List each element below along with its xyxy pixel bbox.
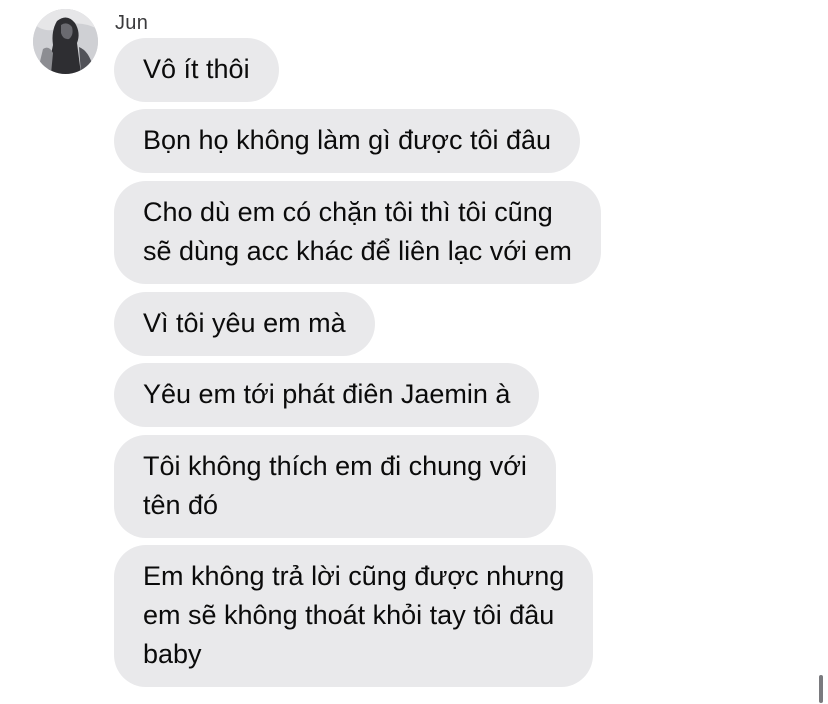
avatar-image [33,9,98,74]
sender-name: Jun [115,12,149,34]
message-bubble[interactable]: Bọn họ không làm gì được tôi đâu [114,109,581,173]
message-text: Em không trả lời cũng được nhưng [143,561,565,591]
message-text: Vì tôi yêu em mà [143,308,346,338]
message-bubble[interactable]: Cho dù em có chặn tôi thì tôi cũng sẽ dù… [114,181,601,284]
message-text: sẽ dùng acc khác để liên lạc với em [143,236,572,266]
chat-thread: Jun Vô ít thôi Bọn họ không làm gì được … [0,0,828,704]
message-text: Cho dù em có chặn tôi thì tôi cũng [143,197,553,227]
scrollbar[interactable] [819,675,823,703]
message-text: Tôi không thích em đi chung với [143,451,527,481]
message-text: Vô ít thôi [143,54,250,84]
message-bubble[interactable]: Em không trả lời cũng được nhưng em sẽ k… [114,545,594,687]
message-text: Yêu em tới phát điên Jaemin à [143,379,511,409]
message-text: baby [143,639,202,669]
message-bubble[interactable]: Vì tôi yêu em mà [114,292,375,356]
message-bubble[interactable]: Tôi không thích em đi chung với tên đó [114,435,556,538]
avatar[interactable] [33,9,98,74]
message-text: em sẽ không thoát khỏi tay tôi đâu [143,600,555,630]
message-text: tên đó [143,490,219,520]
message-text: Bọn họ không làm gì được tôi đâu [143,125,552,155]
message-bubble[interactable]: Vô ít thôi [114,38,279,102]
message-bubble[interactable]: Yêu em tới phát điên Jaemin à [114,363,540,427]
